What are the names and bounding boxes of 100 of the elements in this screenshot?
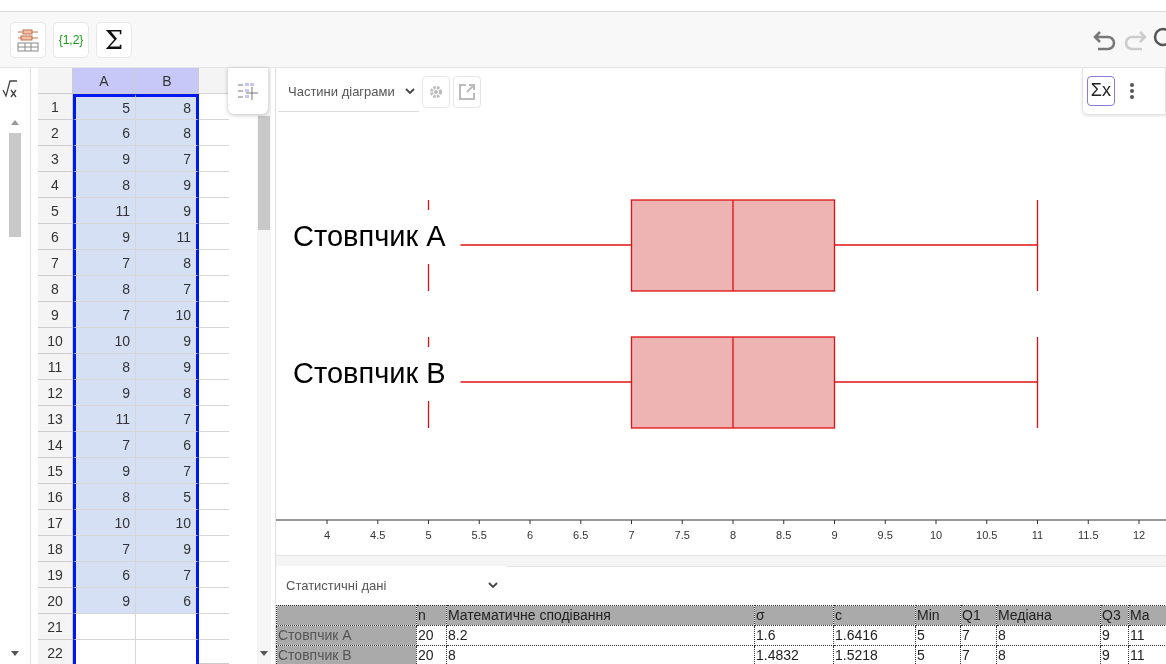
row-header[interactable]: 14 — [38, 432, 73, 458]
row-header[interactable]: 22 — [38, 640, 73, 664]
table-cell[interactable]: 9 — [73, 588, 136, 614]
table-cell[interactable]: 6 — [136, 588, 199, 614]
table-cell: 1.6416 — [833, 625, 916, 646]
row-header[interactable]: 18 — [38, 536, 73, 562]
axis-tick-label: 11.5 — [1077, 529, 1099, 541]
axis-tick-label: 5 — [425, 529, 432, 541]
axis-tick-label: 8 — [729, 529, 737, 541]
table-cell[interactable]: 10 — [73, 510, 136, 536]
table-cell[interactable]: 10 — [73, 328, 136, 354]
axis-tick-label: 4.5 — [370, 529, 386, 541]
table-cell[interactable]: 7 — [73, 536, 136, 562]
chevron-icon — [404, 87, 415, 95]
table-cell[interactable]: 9 — [73, 146, 136, 172]
table-cell: 1.4832 — [754, 645, 834, 664]
table-cell[interactable]: 7 — [73, 432, 136, 458]
table-cell: 20 — [416, 625, 447, 646]
table-cell[interactable]: 11 — [136, 224, 199, 250]
row-label: Стовпчик А — [276, 625, 417, 646]
table-cell[interactable]: 8 — [136, 380, 199, 406]
table-cell[interactable]: 8 — [136, 250, 199, 276]
row-header[interactable]: 19 — [38, 562, 73, 588]
column-header: Математичне сподівання — [446, 605, 755, 626]
table-cell[interactable]: 9 — [73, 224, 136, 250]
row-header[interactable]: 11 — [38, 354, 73, 380]
table-cell: 1.5218 — [833, 645, 916, 664]
table-cell[interactable]: 7 — [73, 250, 136, 276]
table-cell[interactable]: 8 — [73, 276, 136, 302]
table-cell[interactable]: 5 — [136, 484, 199, 510]
row-header[interactable]: 7 — [38, 250, 73, 276]
toolbar-button[interactable]: {1,2} — [53, 21, 89, 58]
row-header[interactable]: 12 — [38, 380, 73, 406]
scrollbar-thumb[interactable] — [9, 133, 21, 237]
more-icon[interactable] — [1129, 81, 1135, 100]
table-cell[interactable]: 8 — [73, 354, 136, 380]
table-cell[interactable]: 11 — [73, 406, 136, 432]
table-cell[interactable]: 7 — [136, 146, 199, 172]
table-cell[interactable]: 8 — [73, 484, 136, 510]
table-cell[interactable]: 6 — [73, 120, 136, 146]
table-cell[interactable]: 8 — [136, 120, 199, 146]
column-header[interactable]: A — [73, 68, 136, 94]
scroll-down-icon[interactable] — [260, 651, 268, 656]
row-header[interactable]: 2 — [38, 120, 73, 146]
axis-tick-label: 4 — [323, 529, 331, 541]
column-header[interactable]: B — [136, 68, 199, 94]
table-cell[interactable]: 9 — [136, 328, 199, 354]
function-icon[interactable] — [1, 78, 19, 100]
table-cell[interactable]: 6 — [136, 432, 199, 458]
axis-tick-label: 8.5 — [776, 529, 792, 541]
column-header: Ma — [1128, 605, 1166, 626]
row-header[interactable]: 5 — [38, 198, 73, 224]
table-cell[interactable]: 7 — [136, 276, 199, 302]
table-cell[interactable]: 9 — [73, 458, 136, 484]
column-header: n — [416, 605, 447, 626]
undo-icon[interactable] — [1092, 28, 1118, 51]
table-cell[interactable]: 10 — [136, 302, 199, 328]
table-cell[interactable]: 7 — [136, 406, 199, 432]
row-header[interactable]: 20 — [38, 588, 73, 614]
table-cell: 1.6 — [754, 625, 834, 646]
table-cell: 9 — [1100, 645, 1129, 664]
table-cell[interactable]: 9 — [136, 198, 199, 224]
row-header[interactable]: 3 — [38, 146, 73, 172]
row-header[interactable]: 4 — [38, 172, 73, 198]
scrollbar-thumb[interactable] — [258, 116, 270, 230]
row-header[interactable]: 16 — [38, 484, 73, 510]
scroll-down-icon[interactable] — [11, 651, 19, 656]
table-cell[interactable]: 9 — [73, 380, 136, 406]
row-header[interactable]: 17 — [38, 510, 73, 536]
row-header[interactable]: 6 — [38, 224, 73, 250]
table-cell[interactable]: 9 — [136, 536, 199, 562]
table-cell[interactable] — [136, 614, 199, 640]
table-cell[interactable]: 7 — [136, 562, 199, 588]
table-cell: 8 — [996, 645, 1101, 664]
scroll-up-icon[interactable] — [11, 120, 19, 125]
row-header[interactable]: 9 — [38, 302, 73, 328]
table-cell[interactable]: 11 — [73, 198, 136, 224]
boxplot-tool-button[interactable] — [10, 21, 46, 58]
table-cell[interactable]: 7 — [136, 458, 199, 484]
row-header[interactable]: 8 — [38, 276, 73, 302]
axis-tick-label: 6 — [526, 529, 534, 541]
row-header[interactable]: 13 — [38, 406, 73, 432]
table-cell[interactable]: 6 — [73, 562, 136, 588]
table-cell: 8.2 — [446, 625, 755, 646]
toolbar-button[interactable]: Σ — [96, 21, 132, 58]
table-cell[interactable]: 8 — [73, 172, 136, 198]
table-cell[interactable]: 9 — [136, 354, 199, 380]
table-cell[interactable]: 5 — [73, 94, 136, 120]
statistics-toggle-button[interactable]: Σx — [1086, 75, 1115, 106]
row-header[interactable]: 1 — [38, 94, 73, 120]
table-cell[interactable]: 7 — [73, 302, 136, 328]
table-cell[interactable]: 10 — [136, 510, 199, 536]
row-header[interactable]: 10 — [38, 328, 73, 354]
row-header[interactable]: 15 — [38, 458, 73, 484]
row-header[interactable]: 21 — [38, 614, 73, 640]
statistics-dropdown[interactable]: Статистичні дані — [276, 566, 506, 606]
category-label: Стовпчик В — [293, 357, 446, 389]
table-cell[interactable]: 8 — [136, 94, 199, 120]
table-cell[interactable]: 9 — [136, 172, 199, 198]
spreadsheet-style-icon — [238, 82, 258, 100]
